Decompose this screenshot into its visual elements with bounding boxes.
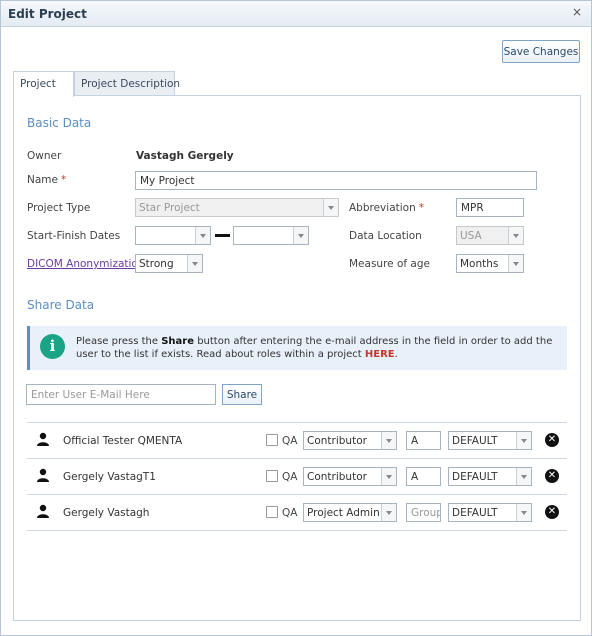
roles-help-link[interactable]: HERE xyxy=(365,349,395,360)
remove-user-icon[interactable]: ✕ xyxy=(545,433,559,447)
info-icon: i xyxy=(40,334,65,359)
site-select[interactable]: DEFAULT xyxy=(448,467,532,486)
date-range-dash xyxy=(215,234,230,237)
chevron-down-icon xyxy=(516,504,531,521)
project-name-input[interactable]: My Project xyxy=(135,171,537,190)
measure-of-age-value: Months xyxy=(460,258,499,270)
chevron-down-icon xyxy=(508,255,523,272)
project-type-label: Project Type xyxy=(27,202,91,214)
tab-project-description[interactable]: Project Description xyxy=(74,71,180,96)
project-type-select: Star Project xyxy=(135,198,339,217)
save-changes-button[interactable]: Save Changes xyxy=(502,40,580,63)
dialog-titlebar: Edit Project × xyxy=(1,1,591,27)
qa-label: QA xyxy=(282,507,298,519)
role-value: Contributor xyxy=(307,435,367,447)
finish-date-select[interactable] xyxy=(233,226,309,245)
site-select[interactable]: DEFAULT xyxy=(448,431,532,450)
data-location-select: USA xyxy=(456,226,524,245)
info-text-part: Please press the xyxy=(76,336,162,347)
role-value: Contributor xyxy=(307,471,367,483)
role-value: Project Admin xyxy=(307,507,380,519)
site-value: DEFAULT xyxy=(452,507,498,519)
data-location-label: Data Location xyxy=(349,230,422,242)
chevron-down-icon xyxy=(187,255,202,272)
name-label: Name * xyxy=(27,174,66,186)
share-data-heading: Share Data xyxy=(27,298,95,312)
required-mark: * xyxy=(418,202,424,214)
chevron-down-icon xyxy=(323,199,338,216)
dialog-title: Edit Project xyxy=(8,7,87,21)
qa-checkbox[interactable] xyxy=(266,470,278,482)
qa-checkbox[interactable] xyxy=(266,434,278,446)
divider xyxy=(27,422,567,423)
site-select[interactable]: DEFAULT xyxy=(448,503,532,522)
share-info-text: Please press the Share button after ente… xyxy=(76,335,556,361)
basic-data-heading: Basic Data xyxy=(27,116,92,130)
qa-checkbox[interactable] xyxy=(266,506,278,518)
dicom-anonymization-value: Strong xyxy=(139,258,174,270)
owner-value: Vastagh Gergely xyxy=(136,150,234,162)
dates-label: Start-Finish Dates xyxy=(27,230,121,242)
qa-label: QA xyxy=(282,471,298,483)
role-select[interactable]: Contributor xyxy=(303,431,397,450)
tab-project[interactable]: Project xyxy=(13,71,74,97)
chevron-down-icon xyxy=(381,504,396,521)
user-icon xyxy=(37,504,49,518)
info-text-share-word: Share xyxy=(161,336,195,347)
user-name: Gergely VastagT1 xyxy=(63,471,156,483)
dicom-anonymization-select[interactable]: Strong xyxy=(135,254,203,273)
role-select[interactable]: Contributor xyxy=(303,467,397,486)
user-icon xyxy=(37,468,49,482)
share-button[interactable]: Share xyxy=(222,384,262,405)
user-email-input[interactable]: Enter User E-Mail Here xyxy=(26,384,216,405)
group-input[interactable]: A xyxy=(406,431,441,450)
chevron-down-icon xyxy=(381,468,396,485)
measure-of-age-select[interactable]: Months xyxy=(456,254,524,273)
close-icon[interactable]: × xyxy=(572,5,582,19)
project-type-value: Star Project xyxy=(139,202,200,214)
data-location-value: USA xyxy=(460,230,482,242)
chevron-down-icon xyxy=(516,432,531,449)
abbreviation-label: Abbreviation * xyxy=(349,202,424,214)
abbreviation-input[interactable]: MPR xyxy=(456,198,524,217)
edit-project-dialog: Edit Project × Save Changes Project Proj… xyxy=(0,0,592,636)
site-value: DEFAULT xyxy=(452,435,498,447)
chevron-down-icon xyxy=(195,227,210,244)
info-text-part: . xyxy=(394,349,398,360)
dicom-anonymization-link[interactable]: DICOM Anonymization xyxy=(27,258,145,270)
start-date-select[interactable] xyxy=(135,226,211,245)
site-value: DEFAULT xyxy=(452,471,498,483)
user-name: Official Tester QMENTA xyxy=(63,435,183,447)
qa-label: QA xyxy=(282,435,298,447)
remove-user-icon[interactable]: ✕ xyxy=(545,469,559,483)
owner-label: Owner xyxy=(27,150,62,162)
abbreviation-label-text: Abbreviation xyxy=(349,202,416,214)
chevron-down-icon xyxy=(516,468,531,485)
chevron-down-icon xyxy=(381,432,396,449)
divider xyxy=(27,458,567,459)
name-label-text: Name xyxy=(27,174,58,186)
chevron-down-icon xyxy=(508,227,523,244)
divider xyxy=(27,494,567,495)
group-input[interactable]: Group xyxy=(406,503,441,522)
divider xyxy=(27,530,567,531)
user-name: Gergely Vastagh xyxy=(63,507,150,519)
group-input[interactable]: A xyxy=(406,467,441,486)
measure-of-age-label: Measure of age xyxy=(349,258,430,270)
role-select[interactable]: Project Admin xyxy=(303,503,397,522)
user-icon xyxy=(37,432,49,446)
share-info-box: i Please press the Share button after en… xyxy=(27,326,567,370)
chevron-down-icon xyxy=(293,227,308,244)
required-mark: * xyxy=(60,174,67,186)
remove-user-icon[interactable]: ✕ xyxy=(545,505,559,519)
